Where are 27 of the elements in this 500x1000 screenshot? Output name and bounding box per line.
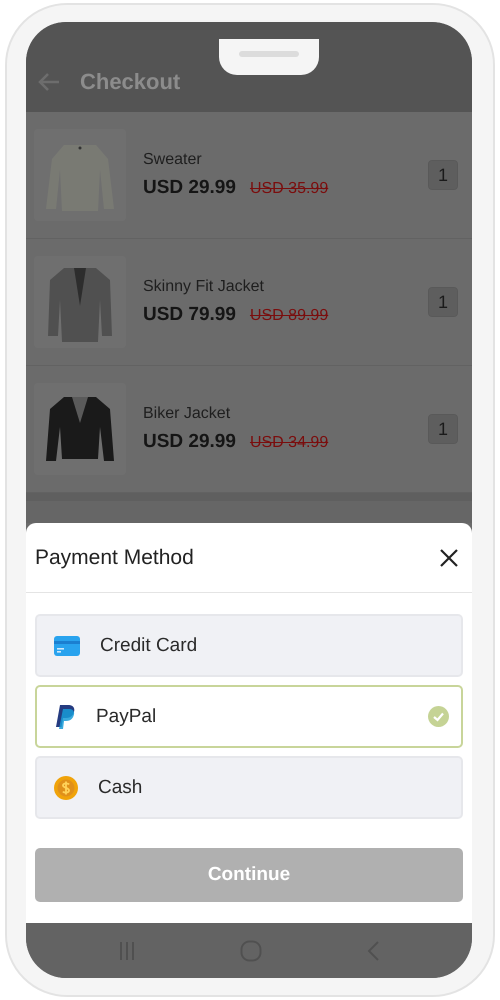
- option-label: Cash: [98, 776, 144, 798]
- quantity-field[interactable]: 1: [428, 414, 458, 444]
- close-button[interactable]: [438, 546, 460, 568]
- option-label: Credit Card: [100, 634, 198, 656]
- original-price: USD 35.99: [250, 180, 328, 198]
- back-arrow-icon[interactable]: [38, 72, 60, 92]
- speaker: [239, 51, 299, 57]
- product-name: Sweater: [143, 151, 203, 169]
- paypal-icon: [54, 704, 76, 728]
- product-price: USD 29.99: [143, 431, 236, 453]
- sheet-title: Payment Method: [35, 546, 194, 570]
- product-name: Skinny Fit Jacket: [143, 278, 265, 296]
- quantity-field[interactable]: 1: [428, 160, 458, 190]
- payment-option[interactable]: Credit Card: [35, 614, 463, 677]
- quantity-field[interactable]: 1: [428, 287, 458, 317]
- payment-option[interactable]: PayPal: [35, 685, 463, 748]
- payment-option[interactable]: Cash: [35, 756, 463, 819]
- product-price: USD 79.99: [143, 304, 236, 326]
- product-name: Biker Jacket: [143, 405, 232, 423]
- credit-card-icon: [54, 636, 80, 656]
- product-price: USD 29.99: [143, 177, 236, 199]
- check-icon: [428, 706, 449, 727]
- original-price: USD 34.99: [250, 434, 328, 452]
- original-price: USD 89.99: [250, 307, 328, 325]
- page-title: Checkout: [80, 69, 180, 95]
- coin-icon: [54, 776, 78, 800]
- option-label: PayPal: [96, 706, 158, 728]
